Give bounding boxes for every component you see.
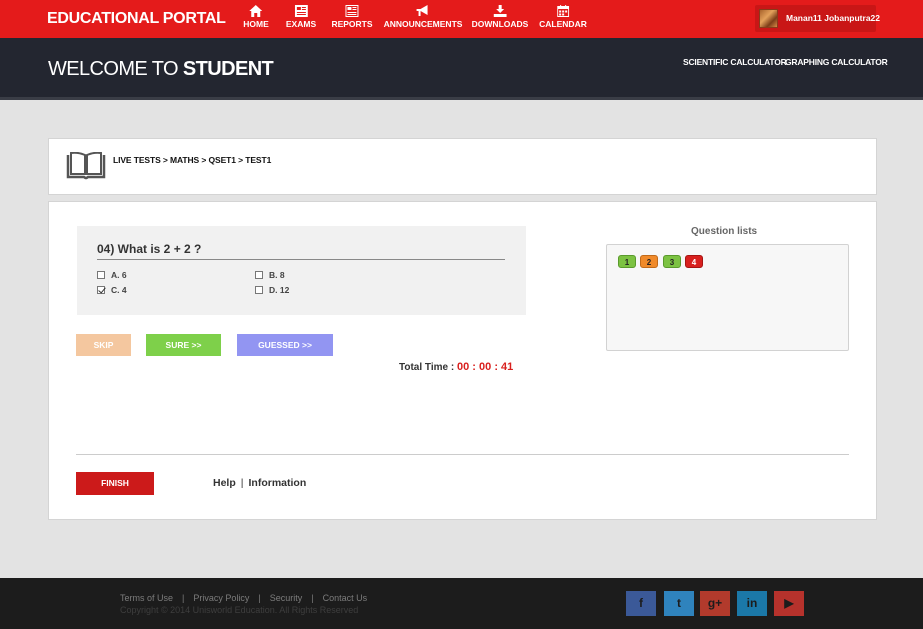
question-badge-3[interactable]: 3 bbox=[663, 255, 681, 268]
exams-icon bbox=[294, 5, 308, 17]
section-divider bbox=[76, 454, 849, 455]
nav-announcements-label: ANNOUNCEMENTS bbox=[383, 19, 463, 29]
brand-logo[interactable]: EDUCATIONAL PORTAL bbox=[47, 10, 226, 28]
breadcrumb-card: LIVE TESTS > MATHS > QSET1 > TEST1 bbox=[48, 138, 877, 195]
timer-minutes: 00 bbox=[479, 361, 492, 373]
youtube-icon[interactable]: ▶ bbox=[774, 591, 804, 616]
help-links: Help | Information bbox=[213, 477, 307, 489]
user-menu[interactable]: Manan11 Jobanputra22 bbox=[755, 5, 880, 32]
question-list: 1 2 3 4 bbox=[606, 244, 849, 351]
help-link[interactable]: Help bbox=[213, 477, 236, 489]
privacy-link[interactable]: Privacy Policy bbox=[193, 593, 249, 603]
nav-exams[interactable]: EXAMS bbox=[286, 5, 316, 29]
option-d-label: D. 12 bbox=[269, 285, 290, 295]
question-badge-2[interactable]: 2 bbox=[640, 255, 658, 268]
sure-button[interactable]: SURE >> bbox=[146, 334, 221, 356]
option-c-checkbox[interactable] bbox=[97, 286, 105, 294]
nav-downloads-label: DOWNLOADS bbox=[471, 19, 529, 29]
total-time-label: Total Time : bbox=[399, 362, 455, 373]
nav-calendar[interactable]: CALENDAR bbox=[539, 5, 587, 29]
option-c-label: C. 4 bbox=[111, 285, 127, 295]
calendar-icon bbox=[556, 5, 569, 17]
terms-link[interactable]: Terms of Use bbox=[120, 593, 173, 603]
nav-home-label: HOME bbox=[243, 19, 269, 29]
option-a[interactable]: A. 6 bbox=[97, 270, 127, 280]
total-time: Total Time : 00 : 00 : 41 bbox=[399, 361, 514, 373]
option-d-checkbox[interactable] bbox=[255, 286, 263, 294]
graphing-calculator-link[interactable]: GRAPHING CALCULATOR bbox=[785, 57, 888, 67]
welcome-prefix: WELCOME TO bbox=[48, 58, 179, 80]
page-title: WELCOME TO STUDENT bbox=[48, 58, 274, 81]
home-icon bbox=[249, 5, 263, 17]
megaphone-icon bbox=[417, 5, 428, 16]
breadcrumb: LIVE TESTS > MATHS > QSET1 > TEST1 bbox=[113, 155, 272, 165]
question-badge-1[interactable]: 1 bbox=[618, 255, 636, 268]
reports-icon bbox=[345, 5, 359, 17]
linkedin-icon[interactable]: in bbox=[737, 591, 767, 616]
nav-announcements[interactable]: ANNOUNCEMENTS bbox=[383, 5, 463, 29]
skip-button[interactable]: SKIP bbox=[76, 334, 131, 356]
option-b-checkbox[interactable] bbox=[255, 271, 263, 279]
footer-links: Terms of Use | Privacy Policy | Security | Con… bbox=[120, 593, 368, 603]
google-plus-icon[interactable]: g+ bbox=[700, 591, 730, 616]
twitter-icon[interactable]: t bbox=[664, 591, 694, 616]
scientific-calculator-link[interactable]: SCIENTIFIC CALCULATOR bbox=[683, 57, 787, 67]
nav-exams-label: EXAMS bbox=[285, 19, 317, 29]
finish-button[interactable]: FINISH bbox=[76, 472, 154, 495]
question-title: 04) What is 2 + 2 ? bbox=[97, 242, 202, 256]
user-name: Manan11 Jobanputra22 bbox=[786, 13, 881, 23]
security-link[interactable]: Security bbox=[270, 593, 303, 603]
nav-reports[interactable]: REPORTS bbox=[331, 5, 373, 29]
question-divider bbox=[97, 259, 505, 260]
guessed-button[interactable]: GUESSED >> bbox=[237, 334, 333, 356]
welcome-name: STUDENT bbox=[182, 58, 274, 80]
facebook-icon[interactable]: f bbox=[626, 591, 656, 616]
timer-seconds: 41 bbox=[501, 361, 514, 373]
book-icon bbox=[66, 152, 106, 180]
option-b[interactable]: B. 8 bbox=[255, 270, 285, 280]
information-link[interactable]: Information bbox=[249, 477, 307, 489]
download-icon bbox=[493, 5, 507, 17]
top-navbar: EDUCATIONAL PORTAL HOME EXAMS REPORTS AN… bbox=[0, 0, 923, 38]
nav-downloads[interactable]: DOWNLOADS bbox=[471, 5, 529, 29]
question-box: 04) What is 2 + 2 ? A. 6 B. 8 C. 4 D. 12 bbox=[77, 226, 526, 315]
contact-link[interactable]: Contact Us bbox=[323, 593, 368, 603]
option-a-label: A. 6 bbox=[111, 270, 127, 280]
avatar bbox=[759, 9, 778, 28]
nav-calendar-label: CALENDAR bbox=[539, 19, 587, 29]
test-panel: 04) What is 2 + 2 ? A. 6 B. 8 C. 4 D. 12… bbox=[48, 201, 877, 520]
option-c[interactable]: C. 4 bbox=[97, 285, 127, 295]
footer: Terms of Use | Privacy Policy | Security | Con… bbox=[0, 578, 923, 629]
page-header: WELCOME TO STUDENT SCIENTIFIC CALCULATOR… bbox=[0, 38, 923, 100]
option-d[interactable]: D. 12 bbox=[255, 285, 289, 295]
question-badge-4[interactable]: 4 bbox=[685, 255, 703, 268]
option-a-checkbox[interactable] bbox=[97, 271, 105, 279]
nav-home[interactable]: HOME bbox=[243, 5, 269, 29]
copyright: Copyright © 2014 Unisworld Education. Al… bbox=[120, 605, 359, 615]
nav-reports-label: REPORTS bbox=[331, 19, 373, 29]
question-list-title: Question lists bbox=[691, 226, 758, 237]
option-b-label: B. 8 bbox=[269, 270, 285, 280]
timer-hours: 00 bbox=[456, 361, 470, 373]
